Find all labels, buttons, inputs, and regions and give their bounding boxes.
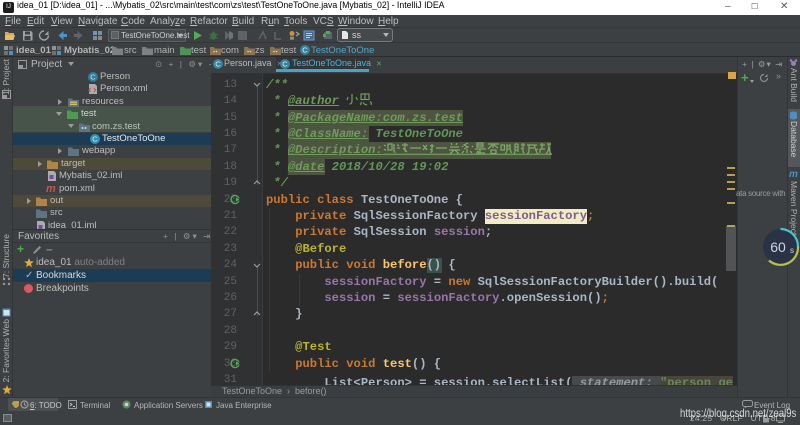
svg-text:60: 60 xyxy=(770,239,786,255)
svg-text:C: C xyxy=(302,46,308,55)
svg-text:C: C xyxy=(282,60,288,69)
svg-text:C: C xyxy=(90,73,96,82)
svg-text:C: C xyxy=(92,135,98,144)
svg-text:C: C xyxy=(215,60,221,69)
svg-text:s: s xyxy=(790,246,794,255)
